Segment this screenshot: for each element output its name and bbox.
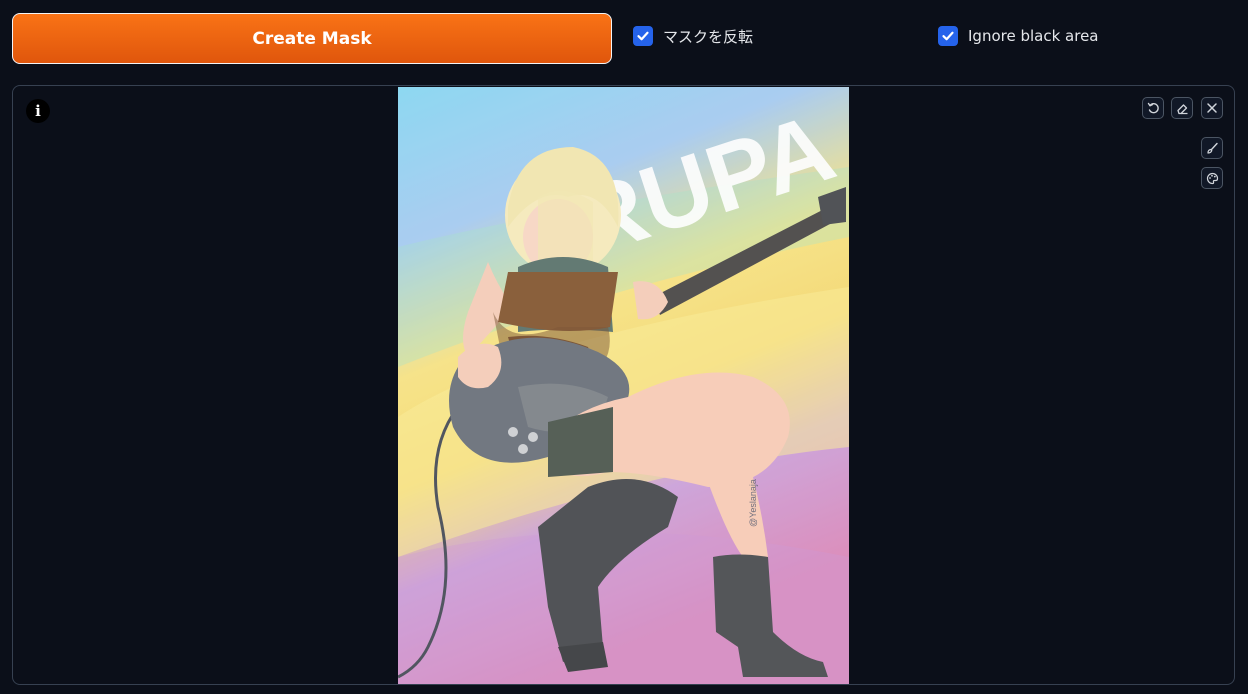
invert-mask-option[interactable]: マスクを反転 [633, 24, 753, 48]
ignore-black-area-option[interactable]: Ignore black area [938, 24, 1099, 48]
brush-button[interactable] [1201, 137, 1223, 159]
undo-icon [1147, 102, 1159, 113]
ignore-black-area-checkbox[interactable] [938, 26, 958, 46]
ignore-black-area-label: Ignore black area [968, 27, 1099, 45]
color-palette-button[interactable] [1201, 167, 1223, 189]
undo-button[interactable] [1142, 97, 1164, 119]
brush-icon [1206, 142, 1218, 154]
eraser-icon [1176, 103, 1187, 114]
checkmark-icon [942, 31, 954, 41]
uploaded-artwork[interactable]: RUPA @Yeslanaja [398, 87, 849, 684]
palette-icon [1206, 172, 1218, 184]
create-mask-button[interactable]: Create Mask [12, 13, 612, 64]
invert-mask-checkbox[interactable] [633, 26, 653, 46]
eraser-button[interactable] [1171, 97, 1193, 119]
invert-mask-label: マスクを反転 [663, 27, 754, 46]
close-icon [1207, 103, 1217, 113]
info-icon[interactable]: i [26, 99, 50, 123]
checkmark-icon [637, 31, 649, 41]
close-button[interactable] [1201, 97, 1223, 119]
artwork-image: RUPA @Yeslanaja [398, 87, 849, 684]
image-editor-canvas[interactable]: i RUPA @Yeslanaja [12, 85, 1235, 685]
top-toolbar: Create Mask マスクを反転 Ignore black area [0, 0, 1248, 80]
